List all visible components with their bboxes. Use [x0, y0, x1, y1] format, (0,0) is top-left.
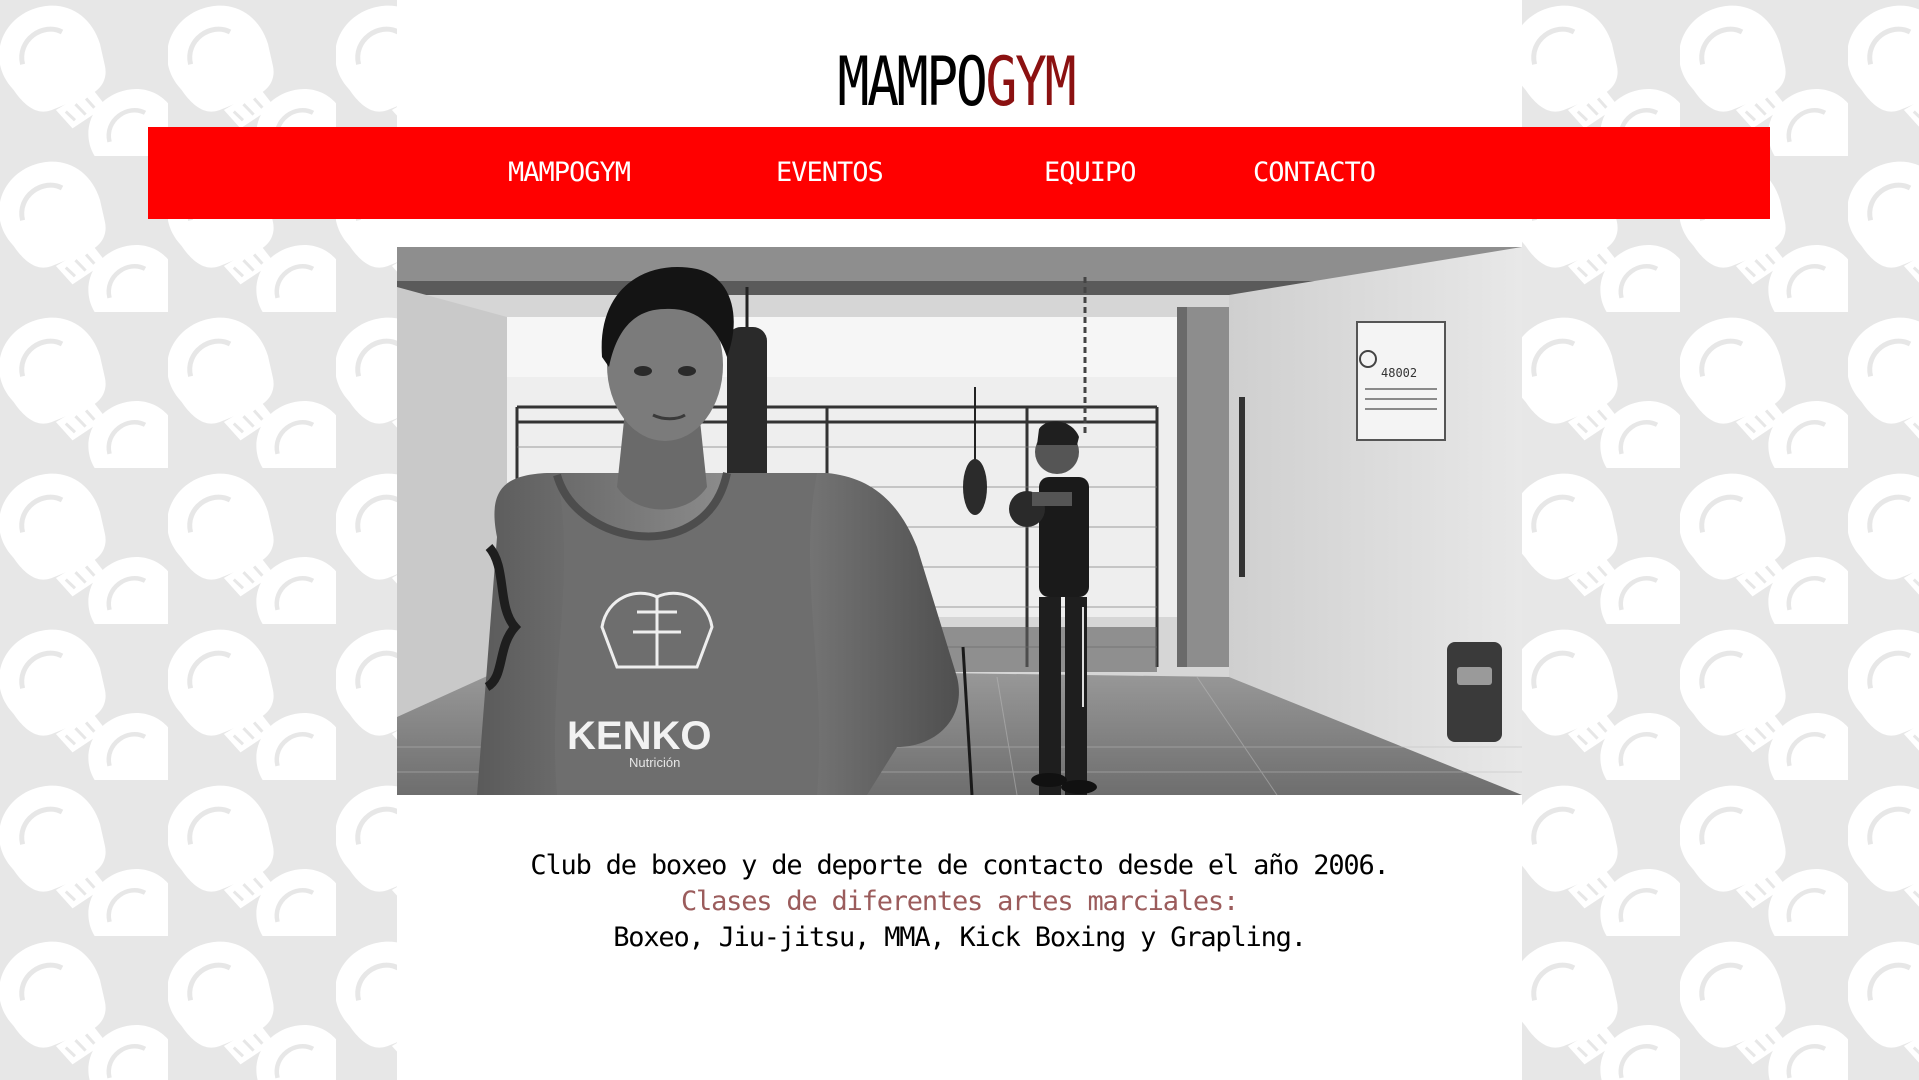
main-navigation: MAMPOGYM EVENTOS EQUIPO CONTACTO [148, 127, 1770, 219]
logo-text-gym: GYM [985, 43, 1076, 122]
nav-link-equipo[interactable]: EQUIPO [1044, 127, 1137, 219]
hero-image: 48002 KENKO Nutrición [397, 247, 1522, 795]
intro-line-2-classes: Clases de diferentes artes marciales: [680, 886, 1239, 917]
nav-link-contacto[interactable]: CONTACTO [1253, 127, 1376, 219]
shirt-logo-subtext: Nutrición [629, 755, 680, 770]
intro-line-3-disciplines: Boxeo, Jiu-jitsu, MMA, Kick Boxing y Gra… [613, 922, 1307, 953]
sign-text: 48002 [1381, 366, 1417, 380]
nav-link-eventos[interactable]: EVENTOS [776, 127, 884, 219]
shirt-logo-text: KENKO [567, 714, 711, 758]
intro-line-1: Club de boxeo y de deporte de contacto d… [530, 850, 1389, 881]
logo-text-mampo: MAMPO [837, 43, 987, 122]
site-logo[interactable]: MAMPOGYM [207, 42, 1704, 124]
boxing-gym-photo: 48002 KENKO Nutrición [397, 247, 1522, 795]
club-description: Club de boxeo y de deporte de contacto d… [397, 848, 1522, 956]
nav-link-mampogym[interactable]: MAMPOGYM [508, 127, 631, 219]
